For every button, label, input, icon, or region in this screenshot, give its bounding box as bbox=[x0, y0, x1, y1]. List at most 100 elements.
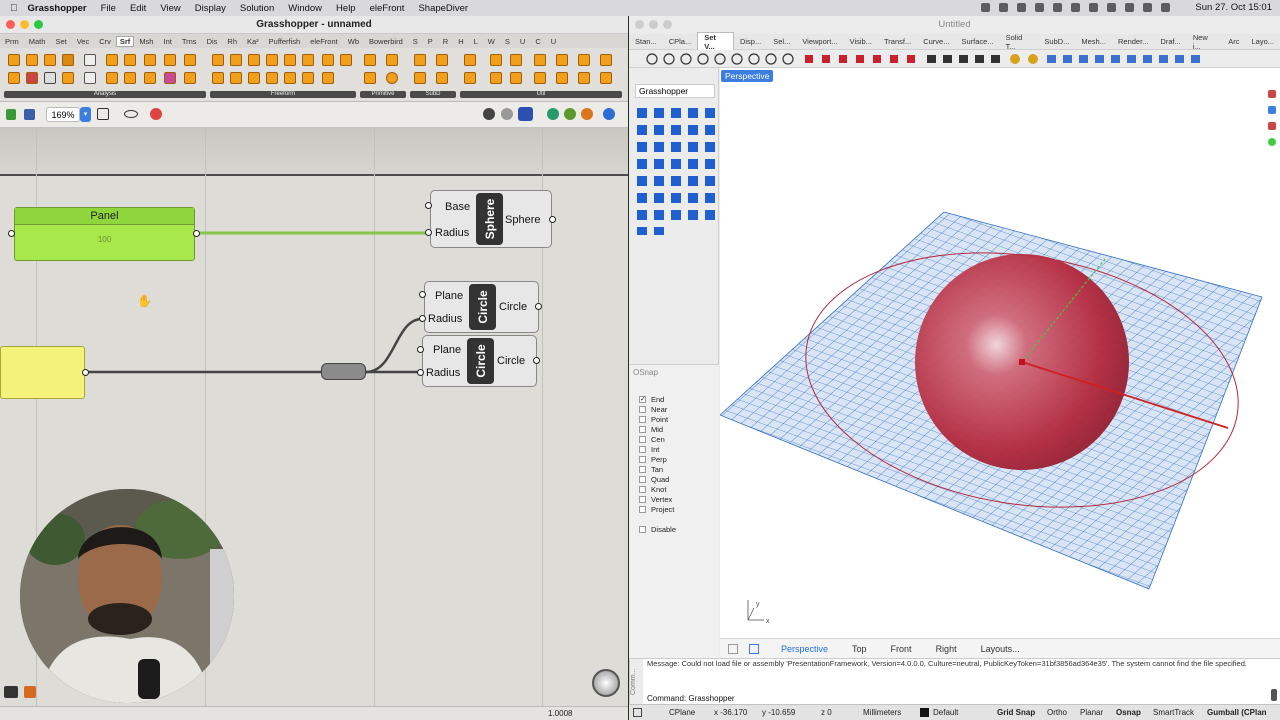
toggle-grid-snap[interactable]: Grid Snap bbox=[997, 708, 1035, 717]
minimize-window-button[interactable] bbox=[649, 20, 658, 29]
wifi-icon[interactable] bbox=[1125, 3, 1134, 12]
rhino-tab[interactable]: Disp... bbox=[734, 37, 767, 46]
panel-input-port[interactable] bbox=[8, 230, 15, 237]
canvas-navigator-icon[interactable] bbox=[592, 669, 620, 697]
gh-tab[interactable]: P bbox=[423, 37, 438, 46]
component-icon[interactable] bbox=[164, 72, 176, 84]
menu-help[interactable]: Help bbox=[336, 3, 356, 14]
component-icon[interactable] bbox=[124, 72, 136, 84]
gh-tab[interactable]: H bbox=[453, 37, 468, 46]
checkbox-checked[interactable]: ✓ bbox=[639, 395, 646, 403]
toggle-osnap[interactable]: Osnap bbox=[1116, 708, 1141, 717]
area-icon[interactable] bbox=[84, 54, 96, 66]
gh-tab[interactable]: S bbox=[500, 37, 515, 46]
osnap-perp[interactable]: Perp bbox=[639, 454, 719, 464]
checkbox[interactable] bbox=[639, 425, 646, 433]
wire-relay-to-circle1[interactable] bbox=[365, 317, 423, 374]
osnap-near[interactable]: Near bbox=[639, 404, 719, 414]
component-icon[interactable] bbox=[266, 72, 278, 84]
component-icon[interactable] bbox=[106, 54, 118, 66]
color-icon[interactable] bbox=[1268, 138, 1276, 146]
osnap-tan[interactable]: Tan bbox=[639, 464, 719, 474]
toggle-ortho[interactable]: Ortho bbox=[1047, 708, 1067, 717]
panel-output-port[interactable] bbox=[193, 230, 200, 237]
tray-icon[interactable] bbox=[1035, 3, 1044, 12]
status-units[interactable]: Millimeters bbox=[863, 708, 901, 717]
component-icon[interactable] bbox=[414, 54, 426, 66]
component-icon[interactable] bbox=[212, 54, 224, 66]
component-icon[interactable] bbox=[164, 54, 176, 66]
close-window-button[interactable] bbox=[6, 20, 15, 29]
command-side-tab[interactable]: Comm... bbox=[629, 659, 643, 705]
component-icon[interactable] bbox=[534, 54, 546, 66]
circle2-radius-port[interactable] bbox=[417, 369, 424, 376]
lock-icon[interactable] bbox=[6, 109, 16, 120]
ribbon-label-analysis[interactable]: Analysis bbox=[4, 91, 206, 98]
view-tab-layouts[interactable]: Layouts... bbox=[981, 644, 1020, 654]
tray-icon[interactable] bbox=[1053, 3, 1062, 12]
display-icon[interactable] bbox=[547, 108, 559, 120]
osnap-point[interactable]: Point bbox=[639, 414, 719, 424]
gh-tab[interactable]: Ka² bbox=[242, 37, 264, 46]
grid-layout-icon[interactable] bbox=[728, 644, 738, 654]
checkbox[interactable] bbox=[639, 485, 646, 493]
gh-tab[interactable]: Msh bbox=[134, 37, 158, 46]
component-icon[interactable] bbox=[144, 72, 156, 84]
osnap-int[interactable]: Int bbox=[639, 444, 719, 454]
component-icon[interactable] bbox=[556, 72, 568, 84]
component-icon[interactable] bbox=[436, 54, 448, 66]
preview-mode-icon[interactable] bbox=[501, 108, 513, 120]
render-icon[interactable] bbox=[1268, 122, 1276, 130]
component-icon[interactable] bbox=[248, 54, 260, 66]
minimize-window-button[interactable] bbox=[20, 20, 29, 29]
component-icon[interactable] bbox=[62, 72, 74, 84]
control-center-icon[interactable] bbox=[1161, 3, 1170, 12]
component-icon[interactable] bbox=[44, 54, 56, 66]
circle-component-1[interactable]: Plane Radius Circle Circle bbox=[424, 281, 539, 333]
component-icon[interactable] bbox=[184, 72, 196, 84]
box-icon[interactable] bbox=[364, 54, 376, 66]
component-icon[interactable] bbox=[184, 54, 196, 66]
command-prompt[interactable]: Command: Grasshopper bbox=[647, 694, 735, 703]
rhino-tab-set-view[interactable]: Set V... bbox=[697, 31, 734, 52]
rhino-tab[interactable]: New i... bbox=[1187, 33, 1222, 51]
gh-tab[interactable]: Wb bbox=[343, 37, 364, 46]
gh-tab[interactable]: eleFront bbox=[305, 37, 343, 46]
menu-window[interactable]: Window bbox=[288, 3, 322, 14]
osnap-knot[interactable]: Knot bbox=[639, 484, 719, 494]
preview-mode-icon[interactable] bbox=[483, 108, 495, 120]
gh-tab[interactable]: Trns bbox=[177, 37, 202, 46]
sphere-base-port[interactable] bbox=[425, 202, 432, 209]
rhino-tab[interactable]: CPla... bbox=[663, 37, 698, 46]
osnap-quad[interactable]: Quad bbox=[639, 474, 719, 484]
circle1-plane-port[interactable] bbox=[419, 291, 426, 298]
checkbox[interactable] bbox=[639, 465, 646, 473]
rhino-tab[interactable]: Sel... bbox=[767, 37, 796, 46]
gh-tab[interactable]: U bbox=[546, 37, 561, 46]
gh-tab[interactable]: Vec bbox=[72, 37, 95, 46]
tray-icon[interactable] bbox=[981, 3, 990, 12]
component-icon[interactable] bbox=[578, 54, 590, 66]
component-icon[interactable] bbox=[464, 54, 476, 66]
preview-eye-icon[interactable] bbox=[124, 110, 138, 118]
toggle-smarttrack[interactable]: SmartTrack bbox=[1153, 708, 1194, 717]
display-icon[interactable] bbox=[564, 108, 576, 120]
component-icon[interactable] bbox=[556, 54, 568, 66]
gh-tab[interactable]: Math bbox=[24, 37, 51, 46]
osnap-disable[interactable]: Disable bbox=[639, 524, 719, 534]
rhino-tab[interactable]: Visib... bbox=[844, 37, 878, 46]
menu-shapediver[interactable]: ShapeDiver bbox=[418, 3, 468, 14]
rhino-tab[interactable]: Solid T... bbox=[1000, 33, 1039, 51]
component-icon[interactable] bbox=[600, 72, 612, 84]
gh-titlebar[interactable]: Grasshopper - unnamed bbox=[0, 16, 628, 34]
search-icon[interactable] bbox=[1143, 3, 1152, 12]
zoom-dropdown-icon[interactable]: ▾ bbox=[80, 107, 91, 122]
circle1-radius-port[interactable] bbox=[419, 315, 426, 322]
gh-tab[interactable]: L bbox=[469, 37, 483, 46]
tray-icon[interactable] bbox=[1089, 3, 1098, 12]
checkbox[interactable] bbox=[639, 525, 646, 533]
ribbon-label-freeform[interactable]: Freeform bbox=[210, 91, 356, 98]
status-cplane[interactable]: CPlane bbox=[669, 708, 695, 717]
app-menu[interactable]: Grasshopper bbox=[28, 3, 87, 14]
sphere-radius-port[interactable] bbox=[425, 229, 432, 236]
